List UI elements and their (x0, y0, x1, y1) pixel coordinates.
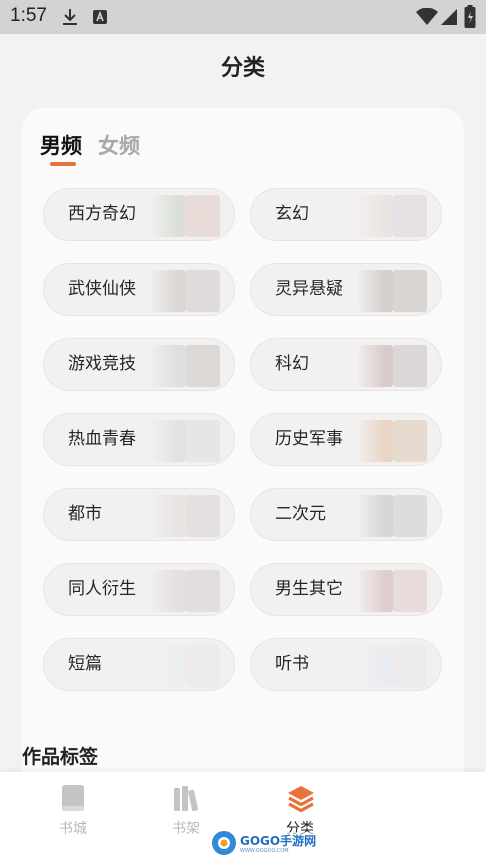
book-cover-image (393, 570, 427, 612)
section-title-tags: 作品标签 (22, 746, 99, 768)
category-label: 玄幻 (275, 204, 309, 224)
cover-thumbnails (355, 195, 431, 237)
page-title: 分类 (220, 56, 265, 81)
status-bar: 1:57 (0, 0, 486, 34)
category-label: 同人衍生 (68, 579, 136, 599)
cover-thumbnails (148, 195, 224, 237)
book-cover-image (393, 270, 427, 312)
book-cover-image (393, 420, 427, 462)
book-cover-image (393, 495, 427, 537)
download-icon (62, 8, 78, 30)
category-label: 二次元 (275, 504, 326, 524)
book-cover-image (186, 495, 220, 537)
category-item-history-military[interactable]: 历史军事 (250, 413, 442, 466)
signal-icon (440, 8, 458, 30)
cover-thumbnails (148, 495, 224, 537)
book-cover-image (393, 195, 427, 237)
watermark-text: GOGO手游网 (240, 834, 317, 848)
app-notification-icon (92, 9, 108, 29)
book-cover-image (186, 270, 220, 312)
cover-thumbnails (148, 570, 224, 612)
category-label: 热血青春 (68, 429, 136, 449)
watermark-subtext: WWW.GOGOO.COM (240, 848, 289, 854)
gender-tabs: 男频 女频 (40, 130, 140, 166)
cover-thumbnails (355, 645, 431, 687)
cover-thumbnails (355, 270, 431, 312)
watermark-logo: GOGO手游网 WWW.GOGOO.COM (210, 826, 316, 864)
cover-thumbnails (148, 270, 224, 312)
category-grid: 西方奇幻 玄幻 武侠仙侠 灵异悬疑 游戏竞技 科幻 热血青春 历史军事 都市 二… (43, 188, 443, 691)
category-item-short-stories[interactable]: 短篇 (43, 638, 235, 691)
cover-thumbnails (148, 645, 224, 687)
cover-thumbnails (355, 495, 431, 537)
category-item-wuxia-xianxia[interactable]: 武侠仙侠 (43, 263, 235, 316)
cover-thumbnails (355, 570, 431, 612)
tab-female[interactable]: 女频 (98, 130, 140, 160)
cover-thumbnails (355, 420, 431, 462)
category-card: 男频 女频 西方奇幻 玄幻 武侠仙侠 灵异悬疑 游戏竞技 科幻 热血青春 历史军… (22, 108, 464, 808)
cover-thumbnails (355, 345, 431, 387)
category-label: 男生其它 (275, 579, 343, 599)
category-item-scifi[interactable]: 科幻 (250, 338, 442, 391)
layers-icon (286, 784, 316, 818)
tab-male[interactable]: 男频 (40, 130, 82, 166)
category-item-youth[interactable]: 热血青春 (43, 413, 235, 466)
battery-icon (464, 5, 476, 33)
category-label: 武侠仙侠 (68, 279, 136, 299)
wifi-icon (416, 7, 438, 30)
book-cover-image (186, 195, 220, 237)
category-item-audiobooks[interactable]: 听书 (250, 638, 442, 691)
tab-active-indicator (50, 162, 76, 166)
category-label: 历史军事 (275, 429, 343, 449)
category-item-supernatural-mystery[interactable]: 灵异悬疑 (250, 263, 442, 316)
bookshelf-icon (172, 784, 202, 818)
book-cover-image (186, 570, 220, 612)
book-cover-image (186, 645, 220, 687)
category-label: 短篇 (68, 654, 102, 674)
book-cover-image (186, 420, 220, 462)
nav-label: 书城 (59, 821, 87, 837)
category-label: 听书 (275, 654, 309, 674)
status-time: 1:57 (10, 5, 47, 26)
category-item-urban[interactable]: 都市 (43, 488, 235, 541)
cover-thumbnails (148, 420, 224, 462)
cover-thumbnails (148, 345, 224, 387)
book-cover-image (393, 345, 427, 387)
category-item-western-fantasy[interactable]: 西方奇幻 (43, 188, 235, 241)
tab-male-label: 男频 (40, 134, 82, 158)
book-cover-image (393, 645, 427, 687)
tab-female-label: 女频 (98, 134, 140, 158)
category-label: 游戏竞技 (68, 354, 136, 374)
category-label: 都市 (68, 504, 102, 524)
category-label: 西方奇幻 (68, 204, 136, 224)
book-cover-image (186, 345, 220, 387)
category-label: 灵异悬疑 (275, 279, 343, 299)
nav-item-bookstore[interactable]: 书城 (23, 772, 123, 864)
category-item-anime[interactable]: 二次元 (250, 488, 442, 541)
category-item-xuanhuan[interactable]: 玄幻 (250, 188, 442, 241)
category-item-gaming[interactable]: 游戏竞技 (43, 338, 235, 391)
category-label: 科幻 (275, 354, 309, 374)
category-item-fanfiction[interactable]: 同人衍生 (43, 563, 235, 616)
category-item-male-other[interactable]: 男生其它 (250, 563, 442, 616)
book-icon (59, 784, 87, 818)
